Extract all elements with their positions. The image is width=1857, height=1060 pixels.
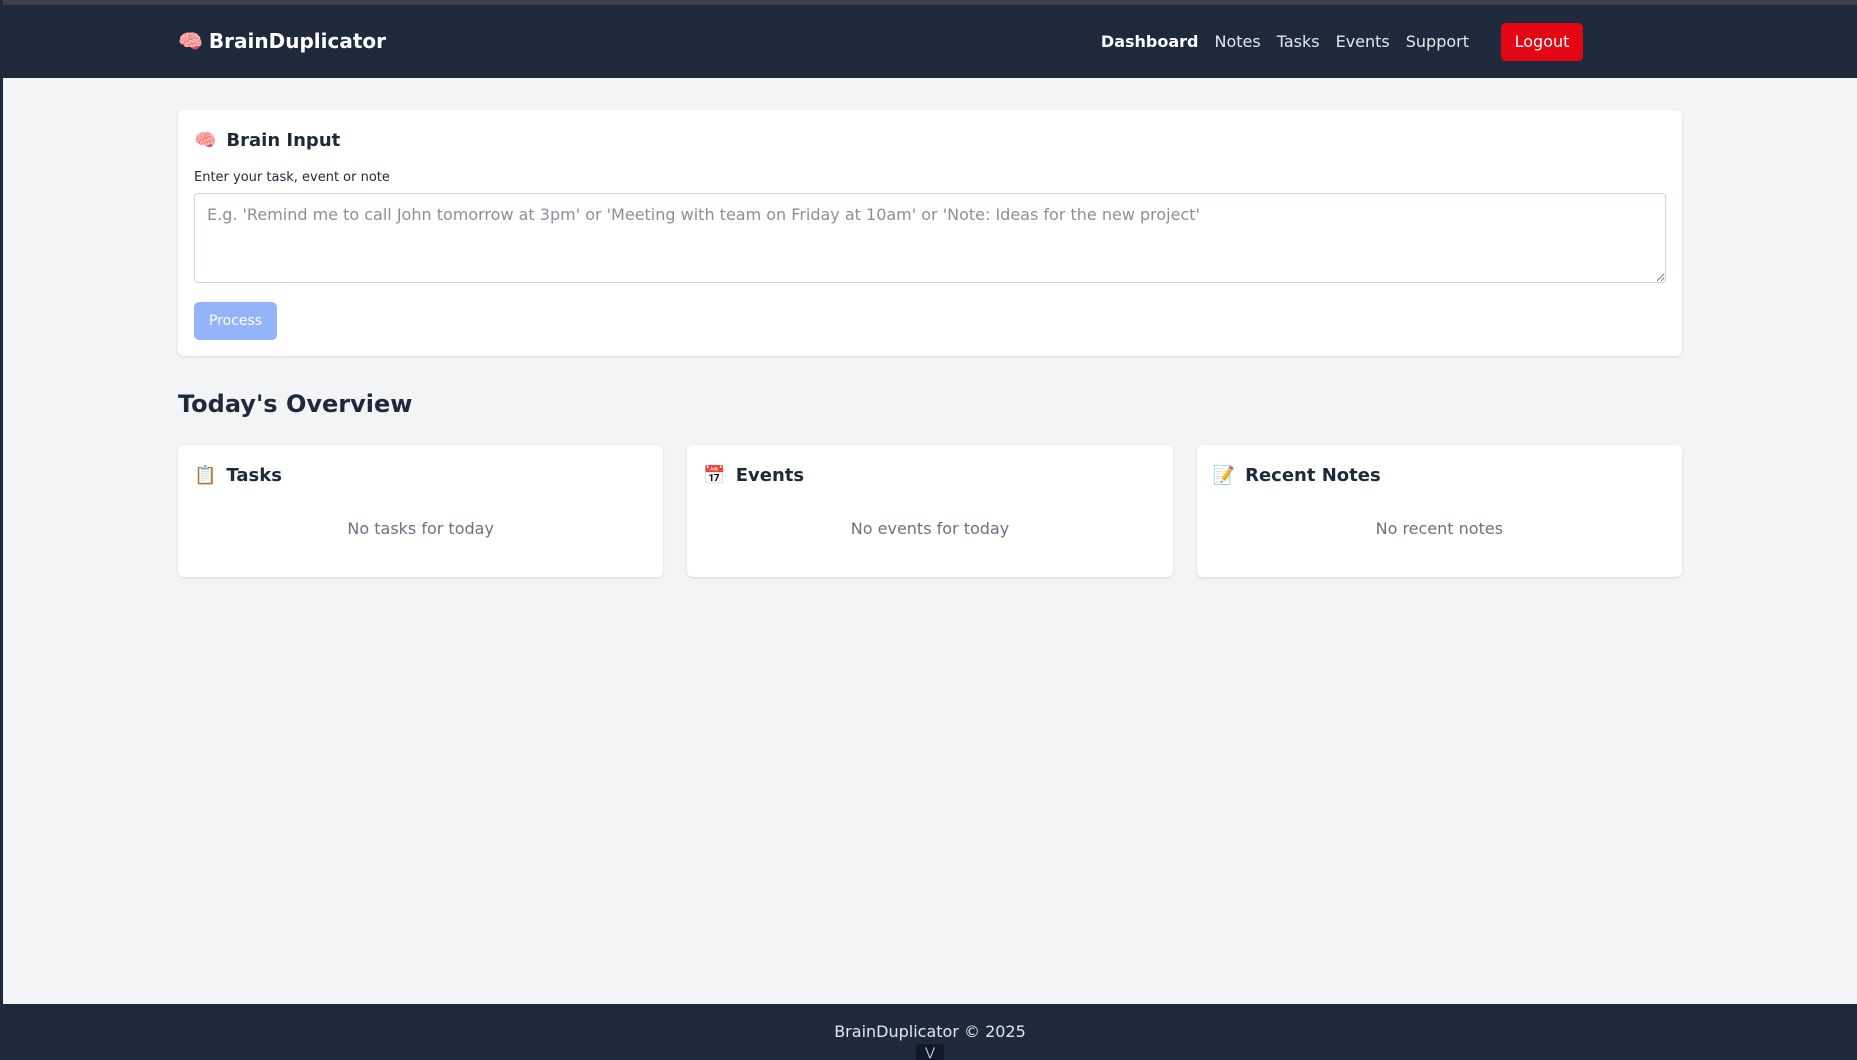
tasks-card: 📋 Tasks No tasks for today	[178, 445, 664, 577]
navbar: 🧠 BrainDuplicator Dashboard Notes Tasks …	[3, 5, 1857, 78]
brain-input-card: 🧠 Brain Input Enter your task, event or …	[178, 110, 1682, 356]
nav-link-tasks[interactable]: Tasks	[1277, 32, 1320, 51]
brain-input-textarea[interactable]	[194, 193, 1666, 283]
memo-icon: 📝	[1212, 464, 1236, 486]
overview-grid: 📋 Tasks No tasks for today 📅 Events No e…	[178, 445, 1682, 577]
tasks-card-title: 📋 Tasks	[194, 461, 647, 489]
events-card: 📅 Events No events for today	[687, 445, 1173, 577]
nav-link-support[interactable]: Support	[1406, 32, 1469, 51]
notes-card-heading: Recent Notes	[1245, 464, 1381, 486]
brain-input-heading: Brain Input	[226, 129, 341, 151]
brand-logo[interactable]: 🧠 BrainDuplicator	[178, 29, 386, 53]
nav-links: Dashboard Notes Tasks Events Support Log…	[1085, 5, 1583, 78]
footer: BrainDuplicator © 2025 ⋁	[3, 1004, 1857, 1060]
nav-link-dashboard[interactable]: Dashboard	[1101, 32, 1199, 51]
notes-card-title: 📝 Recent Notes	[1213, 461, 1666, 489]
tasks-card-heading: Tasks	[226, 464, 282, 486]
overview-heading: Today's Overview	[178, 390, 413, 418]
footer-text: BrainDuplicator © 2025	[834, 1022, 1026, 1041]
logout-button[interactable]: Logout	[1501, 22, 1583, 61]
notes-card: 📝 Recent Notes No recent notes	[1196, 445, 1682, 577]
brain-input-title: 🧠 Brain Input	[194, 126, 1666, 154]
brain-icon: 🧠	[178, 29, 203, 53]
nav-link-notes[interactable]: Notes	[1214, 32, 1260, 51]
brand-name: BrainDuplicator	[208, 29, 386, 53]
nav-link-events[interactable]: Events	[1336, 32, 1390, 51]
process-button[interactable]: Process	[194, 302, 277, 340]
chevron-down-icon[interactable]: ⋁	[916, 1044, 944, 1060]
events-card-heading: Events	[735, 464, 805, 486]
events-card-title: 📅 Events	[703, 461, 1156, 489]
app-window: 🧠 BrainDuplicator Dashboard Notes Tasks …	[0, 0, 1857, 1060]
clipboard-icon: 📋	[194, 464, 217, 486]
notes-empty-message: No recent notes	[1375, 519, 1504, 538]
brain-icon: 🧠	[194, 129, 217, 151]
brain-input-label: Enter your task, event or note	[194, 170, 390, 185]
calendar-icon: 📅	[703, 464, 726, 486]
events-empty-message: No events for today	[850, 519, 1010, 538]
tasks-empty-message: No tasks for today	[347, 519, 494, 538]
